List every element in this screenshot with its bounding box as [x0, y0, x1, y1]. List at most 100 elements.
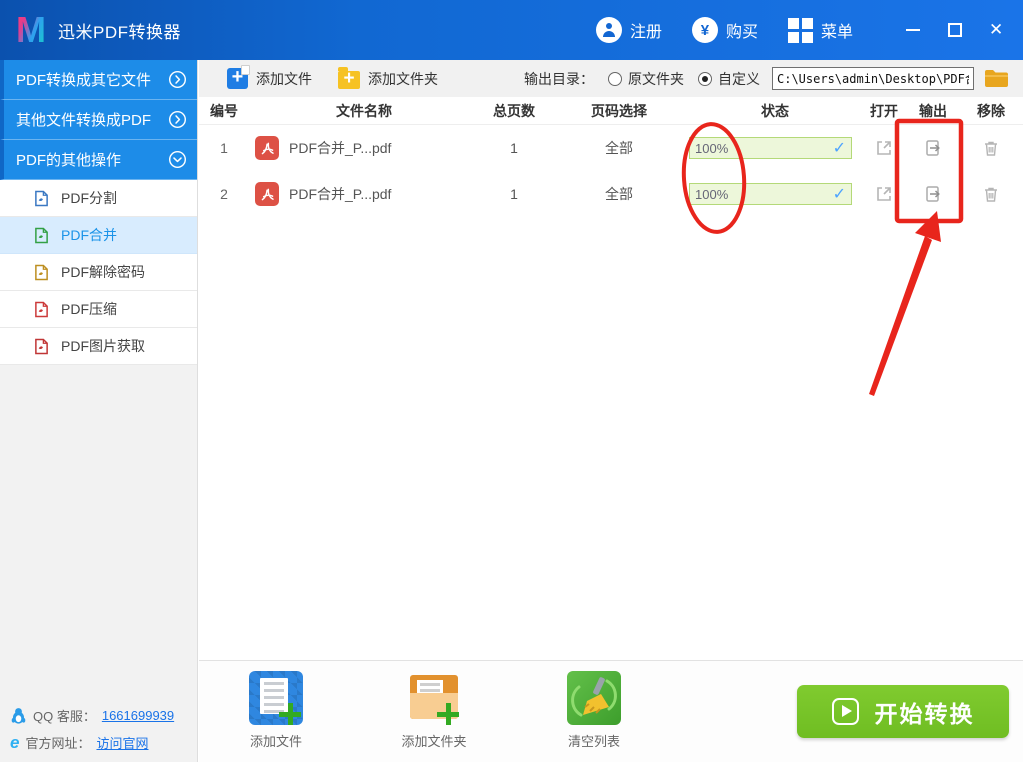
radio-dot-icon [698, 71, 712, 86]
col-status: 状态 [761, 102, 789, 119]
buy-label: 购买 [725, 24, 758, 41]
official-site-link[interactable]: 访问官网 [96, 733, 148, 752]
add-file-big-button[interactable]: 添加文件 [231, 661, 321, 750]
table-row: 2 PDF合并_P...pdf 1 全部 100% ✓ [199, 171, 1023, 217]
page-count: 1 [510, 186, 518, 202]
group-label: PDF的其他操作 [16, 152, 122, 169]
qq-label: QQ 客服： [33, 709, 96, 724]
col-remove: 移除 [977, 102, 1005, 119]
sidebar-item-pdf-merge[interactable]: PDF合并 [0, 217, 197, 254]
radio-circle-icon [608, 71, 622, 86]
buy-button[interactable]: 购买 [691, 17, 758, 43]
play-icon [831, 698, 859, 725]
app-logo-icon [10, 10, 52, 50]
open-output-icon[interactable] [923, 138, 943, 158]
sidebar-item-label: PDF分割 [61, 190, 117, 206]
sidebar-item-pdf-extract-images[interactable]: PDF图片获取 [0, 328, 197, 365]
start-convert-button[interactable]: 开始转换 [797, 685, 1009, 738]
radio-custom-folder[interactable]: 自定义 [698, 69, 760, 89]
menu-label: 菜单 [820, 24, 853, 41]
col-output: 输出 [919, 102, 947, 119]
row-id: 1 [220, 140, 228, 156]
close-button[interactable] [989, 20, 1005, 40]
add-file-big-icon [249, 671, 303, 725]
chevron-right-icon [168, 70, 187, 89]
remove-file-icon[interactable] [981, 138, 1001, 158]
table-header: 编号 文件名称 总页数 页码选择 状态 打开 输出 移除 [199, 97, 1023, 125]
browser-icon [10, 734, 19, 751]
sidebar-item-label: PDF压缩 [61, 301, 117, 317]
progress-bar: 100% ✓ [689, 183, 852, 205]
pdf-file-icon [255, 136, 279, 160]
minimize-button[interactable] [905, 22, 921, 38]
chevron-down-icon [168, 150, 187, 169]
start-convert-label: 开始转换 [874, 700, 975, 727]
yen-icon [691, 17, 718, 43]
radio-original-label: 原文件夹 [628, 70, 684, 87]
open-output-icon[interactable] [923, 184, 943, 204]
register-button[interactable]: 注册 [595, 17, 662, 43]
clear-list-label: 清空列表 [567, 734, 620, 749]
open-file-icon[interactable] [874, 138, 894, 158]
toolbar: 添加文件 添加文件夹 输出目录： 原文件夹 自定义 [199, 60, 1023, 97]
add-folder-icon [338, 67, 360, 90]
pdf-doc-icon [35, 190, 48, 206]
add-file-icon [227, 65, 250, 89]
menu-grid-icon [787, 17, 813, 43]
pdf-doc-icon [35, 227, 48, 243]
sidebar-item-pdf-unlock[interactable]: PDF解除密码 [0, 254, 197, 291]
register-label: 注册 [629, 24, 662, 41]
sidebar-item-pdf-split[interactable]: PDF分割 [0, 180, 197, 217]
sidebar-group-other-to-pdf[interactable]: 其他文件转换成PDF [0, 100, 197, 140]
sidebar-item-label: PDF图片获取 [61, 338, 145, 354]
add-file-label: 添加文件 [256, 70, 312, 87]
add-folder-big-label: 添加文件夹 [401, 734, 467, 749]
col-filename: 文件名称 [336, 102, 392, 119]
pdf-doc-icon [35, 264, 48, 280]
radio-original-folder[interactable]: 原文件夹 [608, 69, 684, 89]
clear-list-icon [567, 671, 621, 725]
remove-file-icon[interactable] [981, 184, 1001, 204]
col-pages: 总页数 [493, 102, 535, 119]
sidebar-group-pdf-to-other[interactable]: PDF转换成其它文件 [0, 60, 197, 100]
sidebar: PDF转换成其它文件 其他文件转换成PDF PDF的其他操作 PDF分割 PDF… [0, 60, 198, 762]
col-range: 页码选择 [591, 102, 647, 119]
bottom-bar: 添加文件 添加文件夹 清空列表 开始转换 [199, 660, 1023, 762]
qq-number-link[interactable]: 1661699939 [102, 708, 174, 723]
support-block: QQ 客服： 1661699939 官方网址： 访问官网 [10, 698, 174, 752]
output-dir-label: 输出目录： [524, 70, 594, 87]
page-range: 全部 [605, 140, 633, 156]
app-title: 迅米PDF转换器 [58, 22, 181, 42]
group-label: 其他文件转换成PDF [16, 112, 152, 129]
add-folder-button[interactable]: 添加文件夹 [338, 67, 438, 90]
app-window: 迅米PDF转换器 注册 购买 菜单 PDF转换成其它文件 [0, 0, 1023, 762]
browse-folder-icon[interactable] [984, 69, 1009, 88]
chevron-right-icon [168, 110, 187, 129]
add-file-big-label: 添加文件 [249, 734, 302, 749]
group-label: PDF转换成其它文件 [16, 72, 152, 89]
clear-list-button[interactable]: 清空列表 [549, 661, 639, 750]
pdf-doc-icon [35, 338, 48, 354]
page-count: 1 [510, 140, 518, 156]
file-name: PDF合并_P...pdf [289, 186, 392, 202]
page-range: 全部 [605, 186, 633, 202]
pdf-file-icon [255, 182, 279, 206]
progress-bar: 100% ✓ [689, 137, 852, 159]
site-label: 官方网址： [25, 736, 91, 751]
main-panel: 添加文件 添加文件夹 输出目录： 原文件夹 自定义 编号 文件名称 总页数 页码… [199, 60, 1023, 762]
title-bar: 迅米PDF转换器 注册 购买 菜单 [0, 0, 1023, 60]
sidebar-group-pdf-other-ops[interactable]: PDF的其他操作 [0, 140, 197, 180]
radio-custom-label: 自定义 [718, 70, 760, 87]
add-folder-big-button[interactable]: 添加文件夹 [389, 661, 479, 750]
add-file-button[interactable]: 添加文件 [227, 65, 312, 89]
progress-percent: 100% [695, 140, 729, 156]
maximize-button[interactable] [947, 22, 963, 38]
sidebar-item-pdf-compress[interactable]: PDF压缩 [0, 291, 197, 328]
menu-button[interactable]: 菜单 [787, 17, 853, 43]
sidebar-item-label: PDF解除密码 [61, 264, 145, 280]
pdf-doc-icon [35, 301, 48, 317]
open-file-icon[interactable] [874, 184, 894, 204]
row-id: 2 [220, 186, 228, 202]
output-path-input[interactable] [772, 67, 974, 90]
progress-percent: 100% [695, 186, 729, 202]
